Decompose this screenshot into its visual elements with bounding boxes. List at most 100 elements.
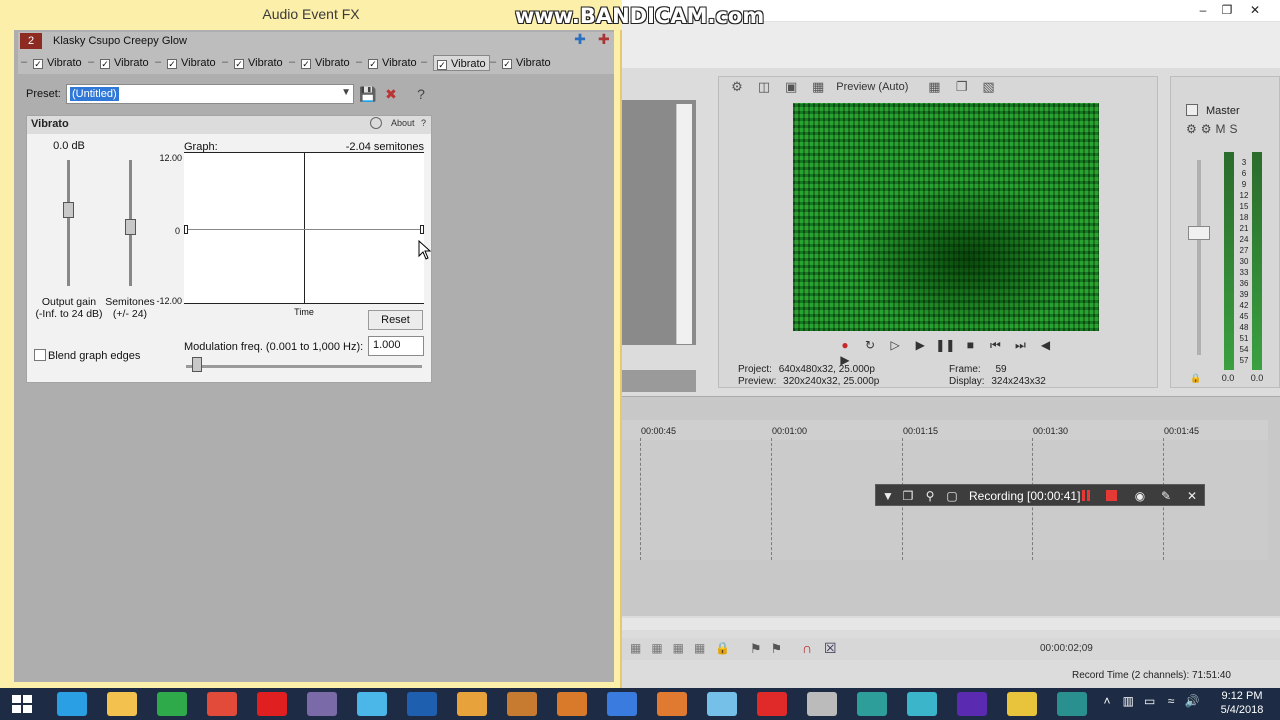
- plugin-enable-checkbox[interactable]: ✓: [167, 59, 177, 69]
- preset-dropdown[interactable]: (Untitled) ▼: [66, 84, 354, 104]
- marker-tool-icons[interactable]: ⚑⚑: [750, 641, 791, 657]
- remove-plugin-icon[interactable]: ✚: [594, 31, 614, 48]
- plugin-enable-checkbox[interactable]: ✓: [100, 59, 110, 69]
- vegas-icon[interactable]: [407, 692, 437, 716]
- plugin-chain-item[interactable]: ✓ Vibrato: [167, 55, 216, 71]
- bandicam-icon[interactable]: [257, 692, 287, 716]
- minimize-icon[interactable]: –: [1190, 0, 1216, 20]
- split-screen-icon[interactable]: ◫: [755, 78, 773, 96]
- plugin-chain-item[interactable]: ✓ Vibrato: [100, 55, 149, 71]
- save-snapshot-icon[interactable]: ▧: [980, 78, 998, 96]
- play-from-start-icon[interactable]: ▷: [884, 338, 906, 352]
- plugin-chain-item[interactable]: ✓ Vibrato: [368, 55, 417, 71]
- help-icon[interactable]: ?: [411, 84, 431, 104]
- plugin-enable-checkbox[interactable]: ✓: [301, 59, 311, 69]
- external-monitor-icon[interactable]: ▣: [782, 78, 800, 96]
- plugin-chain-item[interactable]: ✓ Vibrato: [502, 55, 551, 71]
- auto-crossfade-icon[interactable]: ☒: [824, 640, 837, 657]
- grid-icon[interactable]: ▦: [925, 78, 943, 96]
- window-mode-icon[interactable]: ❐: [900, 488, 916, 504]
- graph-envelope-point-end[interactable]: [420, 225, 424, 234]
- battery-icon[interactable]: ▭: [1141, 694, 1159, 708]
- network-icon[interactable]: ▥: [1119, 694, 1137, 708]
- clock-time[interactable]: 9:12 PM: [1212, 690, 1272, 702]
- snapping-icon[interactable]: ∩: [802, 640, 812, 656]
- modulation-freq-slider[interactable]: [186, 365, 422, 368]
- pencil-icon[interactable]: ✎: [1158, 488, 1174, 504]
- editor-icon[interactable]: [857, 692, 887, 716]
- about-link[interactable]: About ?: [391, 118, 426, 128]
- copy-snapshot-icon[interactable]: ❐: [953, 78, 971, 96]
- plugin-enable-checkbox[interactable]: ✓: [502, 59, 512, 69]
- volume-icon[interactable]: 🔊: [1183, 694, 1201, 708]
- loop-icon[interactable]: ↻: [859, 338, 881, 352]
- chrome-icon[interactable]: [207, 692, 237, 716]
- audio-icon[interactable]: [607, 692, 637, 716]
- folder-icon[interactable]: [657, 692, 687, 716]
- record-icon[interactable]: ●: [834, 338, 856, 352]
- delete-preset-icon[interactable]: ✖: [381, 84, 401, 104]
- windows-start-icon[interactable]: [8, 692, 36, 716]
- gear-icon[interactable]: ⚙: [728, 78, 746, 96]
- graph-envelope-point-start[interactable]: [184, 225, 188, 234]
- plugin-enable-checkbox[interactable]: ✓: [234, 59, 244, 69]
- go-to-end-icon[interactable]: ⏭: [1009, 338, 1031, 353]
- internet-explorer-icon[interactable]: [57, 692, 87, 716]
- clock-date[interactable]: 5/4/2018: [1212, 704, 1272, 716]
- timeline-scrollbar[interactable]: [620, 618, 1280, 630]
- maximize-icon[interactable]: ❐: [1214, 0, 1240, 20]
- plugin-chain-item[interactable]: ✓ Vibrato: [234, 55, 283, 71]
- tool-icon[interactable]: [507, 692, 537, 716]
- movie-maker-icon[interactable]: [357, 692, 387, 716]
- app-icon[interactable]: [807, 692, 837, 716]
- modulation-freq-handle[interactable]: [192, 357, 202, 372]
- plugin-enable-checkbox[interactable]: ✓: [437, 60, 447, 70]
- video-app-icon[interactable]: [907, 692, 937, 716]
- output-gain-slider[interactable]: [67, 160, 70, 286]
- search-icon[interactable]: ⚲: [922, 488, 938, 504]
- master-fader-handle[interactable]: [1188, 226, 1210, 240]
- about-icon[interactable]: [370, 117, 382, 129]
- star-icon[interactable]: [1007, 692, 1037, 716]
- store-icon[interactable]: [157, 692, 187, 716]
- plugin-enable-checkbox[interactable]: ✓: [33, 59, 43, 69]
- preview-quality-dropdown[interactable]: Preview (Auto): [836, 81, 908, 93]
- blend-graph-edges-checkbox[interactable]: [34, 349, 46, 361]
- notes-icon[interactable]: [707, 692, 737, 716]
- master-fader-track[interactable]: [1197, 160, 1201, 355]
- wifi-icon[interactable]: ≈: [1162, 694, 1180, 708]
- go-to-start-icon[interactable]: ⏮: [984, 338, 1006, 353]
- media-icon[interactable]: [557, 692, 587, 716]
- filmora-icon[interactable]: [1057, 692, 1087, 716]
- save-preset-icon[interactable]: 💾: [358, 84, 378, 104]
- file-explorer-icon[interactable]: [107, 692, 137, 716]
- reset-button[interactable]: Reset: [368, 310, 423, 330]
- plugin-enable-checkbox[interactable]: ✓: [368, 59, 378, 69]
- explorer-scrollbar[interactable]: [676, 104, 692, 344]
- semitones-handle[interactable]: [125, 218, 136, 235]
- pause-recording-icon[interactable]: [1082, 490, 1090, 501]
- paint-icon[interactable]: [457, 692, 487, 716]
- chevron-down-icon[interactable]: ▼: [341, 87, 351, 98]
- stop-recording-icon[interactable]: [1106, 490, 1117, 501]
- clapper-icon[interactable]: [307, 692, 337, 716]
- close-icon[interactable]: ✕: [1184, 488, 1200, 504]
- previous-frame-icon[interactable]: ◀: [1035, 338, 1057, 352]
- plug-in-chain-icon[interactable]: ✚: [570, 31, 590, 48]
- play-icon[interactable]: ▶: [909, 338, 931, 352]
- modulation-freq-input[interactable]: 1.000: [368, 336, 424, 356]
- edit-tool-icons[interactable]: ▦▦▦▦🔒: [630, 641, 740, 655]
- camera-icon[interactable]: ◉: [1132, 488, 1148, 504]
- stop-icon[interactable]: ■: [959, 338, 981, 352]
- yahoo-icon[interactable]: [957, 692, 987, 716]
- plugin-chain-item[interactable]: ✓ Vibrato: [301, 55, 350, 71]
- tray-overflow-icon[interactable]: ˄: [1098, 694, 1116, 708]
- opera-icon[interactable]: [757, 692, 787, 716]
- lock-icon[interactable]: 🔒: [1190, 373, 1201, 383]
- plugin-chain-item[interactable]: ✓ Vibrato: [433, 55, 490, 71]
- pause-icon[interactable]: ❚❚: [934, 338, 956, 352]
- plugin-chain-item[interactable]: ✓ Vibrato: [33, 55, 82, 71]
- close-icon[interactable]: ✕: [1242, 0, 1268, 20]
- region-icon[interactable]: ▢: [944, 488, 960, 504]
- overlay-icon[interactable]: ▦: [809, 78, 827, 96]
